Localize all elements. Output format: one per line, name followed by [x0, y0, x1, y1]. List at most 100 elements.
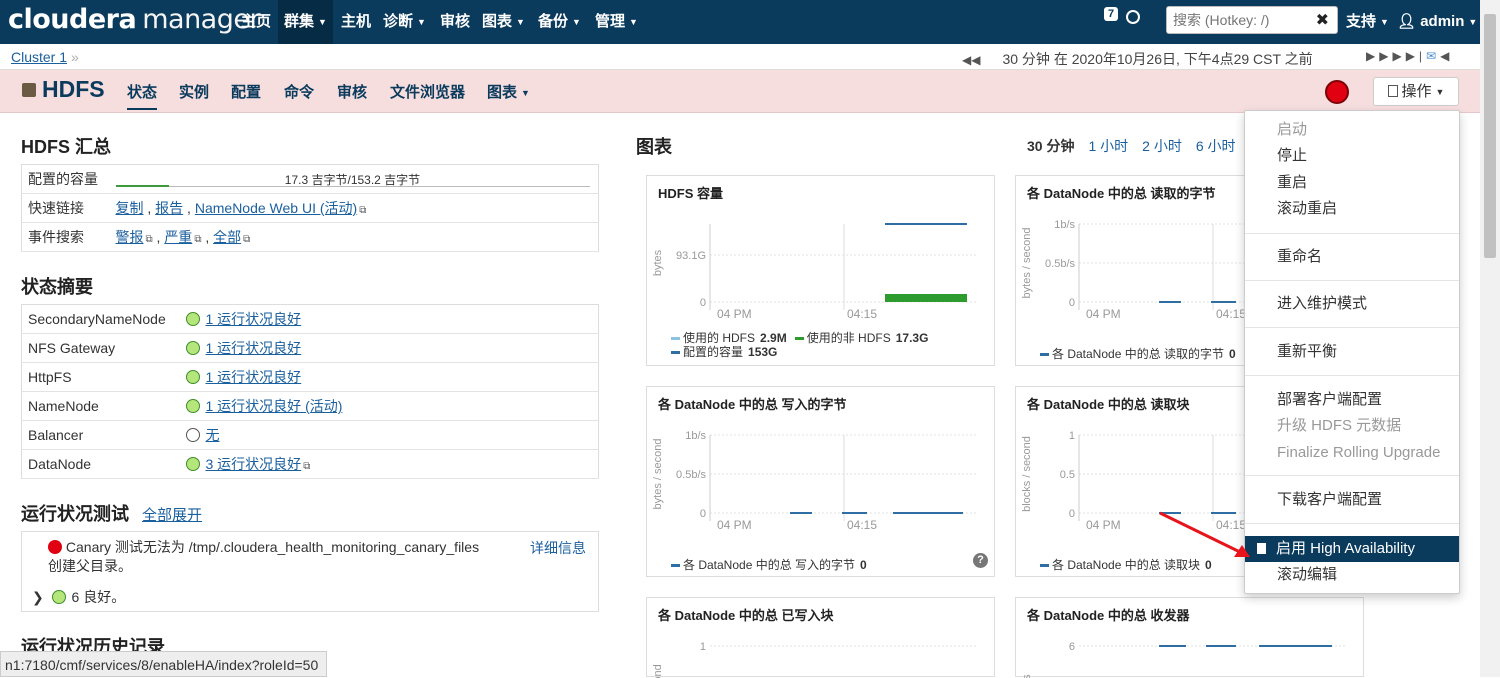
mail-icon[interactable]: ✉	[1426, 49, 1440, 63]
nav-home[interactable]: 主页	[235, 0, 277, 44]
legend-item[interactable]: 配置的容量 153G	[671, 345, 777, 359]
status-link[interactable]: 1 运行状况良好 (活动)	[206, 398, 343, 414]
nav-diagnostics[interactable]: 诊断 ▼	[377, 0, 432, 44]
help-icon[interactable]: ?	[973, 553, 988, 568]
cloudera-manager-logo[interactable]: cloudera manager	[8, 4, 261, 35]
forward-icon[interactable]: ▶▶	[1366, 49, 1392, 63]
menu-item[interactable]: 启用 High Availability	[1245, 536, 1459, 562]
tab-instances[interactable]: 实例	[179, 81, 209, 102]
chart-panel[interactable]: 各 DataNode 中的总 收发器ers6	[1015, 597, 1364, 678]
chart-panel[interactable]: HDFS 容量 bytes 0 93.1G 04 PM 04:15 使用的 HDFS 2.9M…	[646, 175, 995, 366]
menu-item: 启动	[1277, 121, 1308, 138]
status-link[interactable]: 无	[206, 427, 220, 443]
external-link-icon: ⧉	[359, 205, 367, 216]
user-menu[interactable]: 👤︎ admin ▼	[1397, 0, 1477, 44]
link-reports[interactable]: 报告	[155, 200, 183, 216]
legend-item[interactable]: 各 DataNode 中的总 读取的字节 0	[1040, 347, 1236, 361]
service-health-indicator[interactable]	[1325, 80, 1349, 104]
nav-clusters[interactable]: 群集 ▼	[278, 0, 333, 44]
menu-item[interactable]: 部署客户端配置	[1245, 387, 1459, 413]
breadcrumb-cluster-link[interactable]: Cluster 1	[11, 49, 67, 65]
link-critical[interactable]: 严重	[164, 229, 192, 245]
x-tick-label: 04 PM	[1086, 518, 1121, 532]
chart-panel[interactable]: 各 DataNode 中的总 写入的字节 bytes / second 0 0.5b/…	[646, 386, 995, 577]
external-link-icon: ⧉	[194, 234, 202, 245]
range-6h[interactable]: 6 小时	[1196, 138, 1236, 154]
expand-all-link[interactable]: 全部展开	[142, 507, 202, 524]
support-menu[interactable]: 支持 ▼	[1346, 0, 1389, 44]
tab-status[interactable]: 状态	[127, 81, 158, 110]
x-tick-label: 04 PM	[717, 518, 752, 532]
time-controls: ▶▶▶▶|✉◀	[1366, 49, 1453, 63]
menu-item[interactable]: 重新平衡	[1245, 339, 1459, 365]
actions-menu: 启动停止 重启 滚动重启重命名进入维护模式 重新平衡部署客户端配置升级 HDFS 元数…	[1244, 110, 1460, 594]
tab-commands[interactable]: 命令	[284, 81, 314, 102]
chart-panel[interactable]: 各 DataNode 中的总 已写入块second1	[646, 597, 995, 678]
menu-item[interactable]: 停止	[1245, 143, 1459, 169]
health-tests-heading: 运行状况测试 全部展开	[21, 504, 203, 524]
tab-charts[interactable]: 图表 ▼	[487, 81, 530, 102]
legend-item[interactable]: 使用的 HDFS 2.9M	[671, 331, 787, 345]
time-selector[interactable]: ◀◀ 30 分钟 在 2020年10月26日, 下午4点29 CST 之前	[962, 49, 1313, 69]
good-tests-row[interactable]: ❯ 6 良好。	[32, 587, 125, 607]
chevron-right-icon[interactable]: ❯	[32, 589, 44, 605]
menu-item[interactable]: 下载客户端配置	[1245, 487, 1459, 513]
rewind-icon[interactable]: ◀◀	[962, 53, 980, 67]
range-2h[interactable]: 2 小时	[1142, 138, 1182, 154]
search-input[interactable]	[1167, 7, 1307, 33]
menu-divider	[1245, 375, 1459, 376]
status-link[interactable]: 1 运行状况良好	[206, 340, 302, 356]
range-30m[interactable]: 30 分钟	[1027, 138, 1074, 154]
actions-button[interactable]: 操作 ▼	[1373, 77, 1459, 106]
nav-charts[interactable]: 图表 ▼	[476, 0, 531, 44]
link-namenode-webui[interactable]: NameNode Web UI (活动)	[195, 200, 357, 216]
chevron-left-icon[interactable]: ◀	[1440, 49, 1453, 63]
details-link[interactable]: 详细信息	[530, 538, 586, 558]
range-1h[interactable]: 1 小时	[1088, 138, 1128, 154]
chart-legend: 各 DataNode 中的总 写入的字节 0	[671, 558, 980, 572]
clock-icon[interactable]	[1126, 10, 1140, 24]
good-health-icon	[185, 457, 200, 471]
link-alerts[interactable]: 警报	[116, 229, 144, 245]
menu-item[interactable]: 滚动编辑	[1245, 562, 1459, 588]
x-tick-label: 04 PM	[717, 307, 752, 321]
scrollbar-thumb[interactable]	[1484, 14, 1496, 258]
nav-admin[interactable]: 管理 ▼	[589, 0, 644, 44]
menu-item[interactable]: 进入维护模式	[1245, 291, 1459, 317]
menu-item[interactable]: 滚动重启	[1245, 196, 1459, 222]
y-tick-label: 0	[1069, 508, 1075, 520]
nav-hosts[interactable]: 主机	[335, 0, 377, 44]
nav-audits[interactable]: 审核	[434, 0, 476, 44]
status-summary-table: SecondaryNameNode 1 运行状况良好 NFS Gateway 1 运行…	[21, 304, 599, 479]
summary-heading: HDFS 汇总	[21, 137, 111, 157]
legend-item[interactable]: 各 DataNode 中的总 写入的字节 0	[671, 558, 867, 572]
menu-divider	[1245, 523, 1459, 524]
series-non-hdfs-used	[885, 294, 967, 302]
status-link[interactable]: 1 运行状况良好	[206, 369, 302, 385]
popup-icon[interactable]: ⧉	[303, 461, 310, 472]
link-all[interactable]: 全部	[213, 229, 241, 245]
running-commands-badge[interactable]: 7	[1104, 7, 1119, 21]
menu-item[interactable]: 重启	[1245, 170, 1459, 196]
status-link[interactable]: 1 运行状况良好	[206, 311, 302, 327]
tab-configuration[interactable]: 配置	[231, 81, 261, 102]
legend-swatch	[1040, 353, 1049, 357]
good-health-icon	[51, 590, 66, 604]
tab-audits[interactable]: 审核	[337, 81, 367, 102]
link-replication[interactable]: 复制	[116, 200, 144, 216]
status-row: Balancer 无	[21, 420, 599, 450]
nav-backup[interactable]: 备份 ▼	[532, 0, 587, 44]
menu-item[interactable]: 重命名	[1245, 244, 1459, 270]
legend-swatch	[794, 337, 804, 341]
y-tick-label: 93.1G	[676, 250, 706, 262]
status-link[interactable]: 3 运行状况良好	[206, 456, 302, 472]
menu-item: 升级 HDFS 元数据	[1277, 417, 1402, 434]
y-axis-label: second	[652, 664, 664, 678]
search-box[interactable]: ✖	[1166, 6, 1338, 34]
legend-item[interactable]: 使用的非 HDFS 17.3G	[794, 331, 928, 345]
close-icon[interactable]: ✖	[1316, 10, 1329, 30]
skip-to-now-icon[interactable]: ▶▶|	[1392, 49, 1426, 63]
x-tick-label: 04 PM	[1086, 307, 1121, 321]
external-link-icon: ⧉	[243, 234, 251, 245]
tab-file-browser[interactable]: 文件浏览器	[390, 81, 465, 102]
